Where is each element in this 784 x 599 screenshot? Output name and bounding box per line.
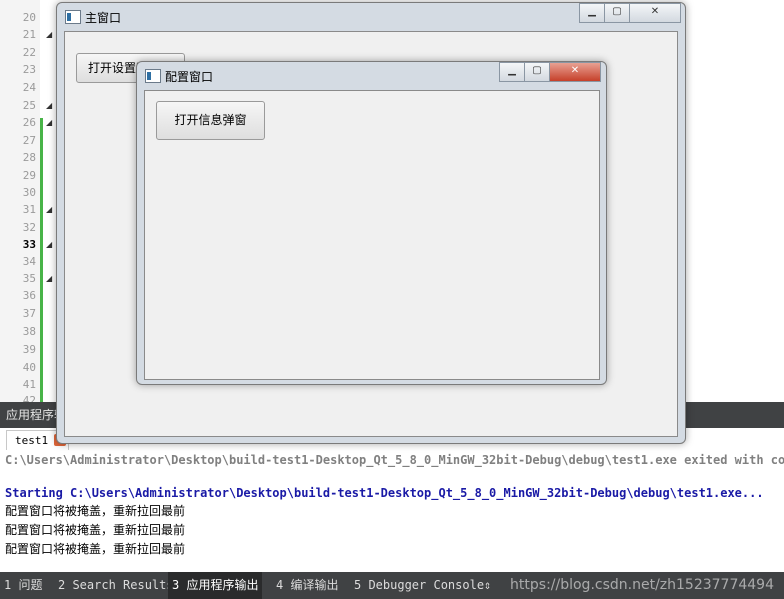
application-output[interactable]: C:\Users\Administrator\Desktop\build-tes… [0,450,784,572]
output-pane-statusbar: 1 问题 2 Search Results 3 应用程序输出 4 编译输出 5 … [0,572,784,599]
line-number: 20 [22,11,36,24]
minimize-icon: ▁ [588,6,596,17]
line-number: 32 [22,221,36,234]
status-tab-application-output[interactable]: 3 应用程序输出 [168,572,263,599]
line-number: 24 [22,81,36,94]
close-icon: ✕ [570,65,580,76]
line-number-gutter: 20 21 22 23 24 25 26 27 28 29 30 31 32 3… [0,0,40,407]
status-tab-compile-output[interactable]: 4 编译输出 [276,572,338,599]
output-exit-line: C:\Users\Administrator\Desktop\build-tes… [5,453,784,467]
fold-arrow-icon[interactable]: ◢ [46,119,52,127]
status-tab-debugger-console[interactable]: 5 Debugger Console [354,572,484,599]
line-number: 40 [22,361,36,374]
output-message-line: 配置窗口将被掩盖，重新拉回最前 [5,523,186,537]
line-number: 29 [22,169,36,182]
line-number: 31 [22,203,36,216]
fold-arrow-icon[interactable]: ◢ [46,102,52,110]
line-number: 23 [22,63,36,76]
maximize-icon: ▢ [612,6,622,17]
fold-arrow-icon[interactable]: ◢ [46,206,52,214]
settings-window-client: 打开信息弹窗 [144,90,600,380]
output-message-line: 配置窗口将被掩盖，重新拉回最前 [5,504,186,518]
minimize-button[interactable]: ▁ [579,3,605,23]
line-number: 22 [22,46,36,59]
line-number: 28 [22,151,36,164]
current-line-number: 33 [22,238,36,251]
line-number: 30 [22,186,36,199]
line-number: 37 [22,307,36,320]
line-number: 27 [22,134,36,147]
maximize-button[interactable]: ▢ [604,3,630,23]
fold-arrow-icon[interactable]: ◢ [46,241,52,249]
settings-window-title: 配置窗口 [165,70,214,84]
line-number: 38 [22,325,36,338]
minimize-button[interactable]: ▁ [499,62,525,82]
line-number: 36 [22,289,36,302]
output-starting-line: Starting C:\Users\Administrator\Desktop\… [5,486,764,500]
close-icon: ✕ [650,6,660,17]
status-tab-issues[interactable]: 1 问题 [4,572,42,599]
line-number: 39 [22,343,36,356]
fold-arrow-icon[interactable]: ◢ [46,275,52,283]
output-tab-label: test1 [15,434,49,447]
window-app-icon [65,10,81,24]
line-number: 25 [22,99,36,112]
minimize-icon: ▁ [508,65,516,76]
close-button[interactable]: ✕ [549,62,601,82]
open-info-popup-button[interactable]: 打开信息弹窗 [156,101,265,140]
change-marker-bar [40,118,43,402]
window-app-icon [145,69,161,83]
line-number: 35 [22,272,36,285]
settings-window[interactable]: 配置窗口 ▁ ▢ ✕ 打开信息弹窗 [136,61,607,385]
fold-arrow-icon[interactable]: ◢ [46,31,52,39]
maximize-icon: ▢ [532,65,542,76]
watermark-text: https://blog.csdn.net/zh15237774494 [510,577,774,593]
line-number: 41 [22,378,36,391]
close-button[interactable]: ✕ [629,3,681,23]
line-number: 26 [22,116,36,129]
line-number: 34 [22,255,36,268]
up-down-arrows-icon[interactable]: ⇕ [484,572,491,599]
status-tab-search-results[interactable]: 2 Search Results [58,572,174,599]
output-message-line: 配置窗口将被掩盖，重新拉回最前 [5,542,186,556]
line-number: 21 [22,28,36,41]
maximize-button[interactable]: ▢ [524,62,550,82]
main-window-title: 主窗口 [85,11,122,25]
